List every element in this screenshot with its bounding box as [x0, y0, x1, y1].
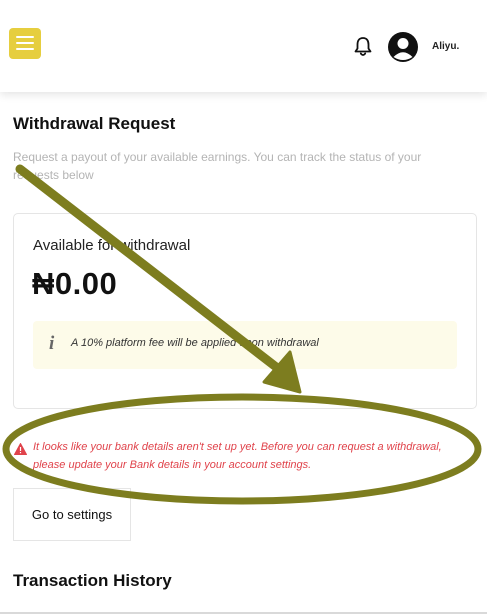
- fee-notice: i A 10% platform fee will be applied upo…: [33, 321, 457, 369]
- balance-amount: ₦0.00: [32, 266, 118, 301]
- user-name[interactable]: Aliyu.: [432, 41, 459, 52]
- go-to-settings-button[interactable]: Go to settings: [13, 488, 131, 541]
- bell-icon[interactable]: [353, 36, 373, 58]
- page-description: Request a payout of your available earni…: [13, 150, 422, 182]
- info-icon: i: [49, 333, 55, 354]
- menu-icon[interactable]: [9, 28, 41, 59]
- fee-notice-text: A 10% platform fee will be applied upon …: [71, 337, 319, 349]
- balance-label: Available for withdrawal: [33, 237, 191, 254]
- user-avatar-icon[interactable]: [388, 32, 418, 62]
- top-header: Aliyu.: [0, 0, 487, 92]
- balance-card: Available for withdrawal ₦0.00 i A 10% p…: [13, 213, 477, 409]
- bank-details-warning: It looks like your bank details aren't s…: [33, 441, 442, 471]
- warning-icon: [14, 443, 27, 455]
- transaction-history-title: Transaction History: [13, 571, 172, 590]
- page-title: Withdrawal Request: [13, 114, 176, 133]
